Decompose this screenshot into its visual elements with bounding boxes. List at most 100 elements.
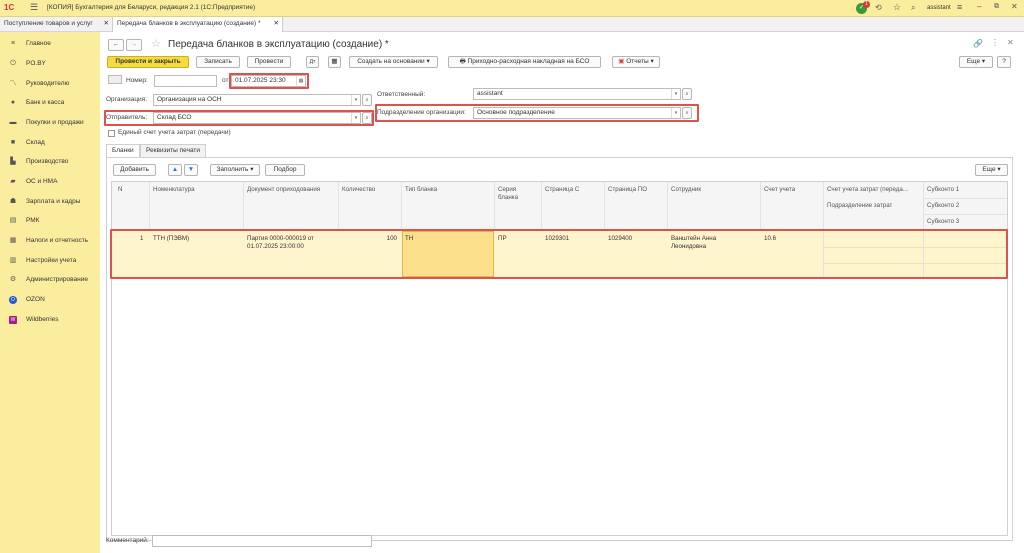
history-icon[interactable]: ⟲ <box>875 3 882 12</box>
sidebar-item-wildberries[interactable]: W Wildberries <box>0 312 100 328</box>
chevron-down-icon[interactable]: ▾ <box>351 95 360 105</box>
post-and-close-button[interactable]: Провести и закрыть <box>107 56 189 68</box>
close-tab-icon[interactable]: ✕ <box>274 17 279 31</box>
help-button[interactable]: ? <box>997 56 1011 68</box>
col-header-subconto1[interactable]: Субконто 1 <box>927 186 959 194</box>
car-icon: ▰ <box>10 178 16 185</box>
sidebar-item-sales[interactable]: ▬ Покупки и продажи <box>0 115 100 131</box>
col-header-cost-department[interactable]: Подразделение затрат <box>827 202 892 210</box>
forward-button[interactable]: → <box>126 39 142 51</box>
date-highlight <box>229 73 309 89</box>
close-icon[interactable]: ✕ <box>1011 2 1018 11</box>
col-header-n[interactable]: N <box>118 186 122 194</box>
close-tab-icon[interactable]: ✕ <box>104 17 109 31</box>
document-form: ← → ☆ Передача бланков в эксплуатацию (с… <box>100 32 1024 553</box>
tab-forms[interactable]: Бланки <box>106 144 140 158</box>
wildberries-icon: W <box>9 316 17 324</box>
title-bar: 1С ☰ [КОПИЯ] Бухгалтерия для Беларуси, р… <box>0 0 1024 17</box>
window-tab-transfer[interactable]: Передача бланков в эксплуатацию (создани… <box>113 17 283 33</box>
app-logo-icon: 1С <box>4 3 15 12</box>
tab-print-details[interactable]: Реквизиты печати <box>140 144 207 157</box>
favorites-icon[interactable]: ☆ <box>893 2 901 13</box>
sidebar-item-manager[interactable]: 〽 Руководителю <box>0 76 100 92</box>
cart-icon: ▬ <box>9 119 17 126</box>
responsible-open-button[interactable]: ⌕ <box>682 88 692 100</box>
sidebar-item-ozon[interactable]: O OZON <box>0 292 100 308</box>
settings-menu-icon[interactable]: ≡ <box>957 2 962 12</box>
org-open-button[interactable]: ⌕ <box>362 94 372 106</box>
sections-panel: ≡ Главное ⏻ PO.BY 〽 Руководителю ● Банк и ка… <box>0 32 100 553</box>
responsible-select[interactable]: assistant ▾ <box>473 88 681 100</box>
comment-input[interactable] <box>152 535 372 547</box>
sidebar-item-salary[interactable]: ☗ Зарплата и кадры <box>0 194 100 210</box>
open-windows-bar: Поступление товаров и услуг ✕ Передача б… <box>0 17 1024 33</box>
fill-button[interactable]: Заполнить ▾ <box>210 164 260 176</box>
user-name[interactable]: assistant <box>927 5 951 11</box>
window-tab-label: Передача бланков в эксплуатацию (создани… <box>117 20 261 27</box>
more-button[interactable]: Еще ▾ <box>959 56 993 68</box>
create-based-button[interactable]: Создать на основании ▾ <box>349 56 438 68</box>
report-icon: ▣ <box>618 58 625 65</box>
col-header-nomenclature[interactable]: Номенклатура <box>153 186 195 194</box>
restore-icon[interactable]: ⧉ <box>994 3 999 11</box>
col-header-account[interactable]: Счет учета <box>764 186 795 194</box>
sidebar-item-bank[interactable]: ● Банк и касса <box>0 95 100 111</box>
sidebar-item-taxes[interactable]: ▦ Налоги и отчетность <box>0 233 100 249</box>
col-header-series[interactable]: Серия бланка <box>498 186 534 202</box>
col-header-subconto2[interactable]: Субконто 2 <box>927 202 959 210</box>
sidebar-item-admin[interactable]: ⚙ Администрирование <box>0 272 100 288</box>
sidebar-item-poby[interactable]: ⏻ PO.BY <box>0 56 100 72</box>
cashier-icon: ▤ <box>9 217 17 224</box>
sidebar-item-rmk[interactable]: ▤ РМК <box>0 213 100 229</box>
post-button[interactable]: Провести <box>247 56 291 68</box>
close-form-icon[interactable]: ✕ <box>1007 38 1014 47</box>
dt-kt-button[interactable]: Дт <box>306 56 319 68</box>
window-tab-receipt[interactable]: Поступление товаров и услуг ✕ <box>0 17 113 32</box>
sender-highlight <box>104 110 374 126</box>
sidebar-item-assets[interactable]: ▰ ОС и НМА <box>0 174 100 190</box>
responsible-label: Ответственный: <box>377 91 426 98</box>
col-header-form-type[interactable]: Тип бланка <box>405 186 437 194</box>
reports-button[interactable]: ▣ Отчеты ▾ <box>612 56 660 68</box>
col-header-employee[interactable]: Сотрудник <box>671 186 701 194</box>
col-header-page-from[interactable]: Страница С <box>545 186 579 194</box>
col-header-page-to[interactable]: Страница ПО <box>608 186 647 194</box>
page-title: Передача бланков в эксплуатацию (создани… <box>168 39 389 50</box>
pick-button[interactable]: Подбор <box>265 164 305 176</box>
number-input[interactable] <box>154 75 217 87</box>
link-icon[interactable]: 🔗 <box>973 39 983 48</box>
org-select[interactable]: Организация на ОСН ▾ <box>153 94 361 106</box>
number-field-toggle[interactable] <box>108 75 122 84</box>
add-row-button[interactable]: Добавить <box>113 164 156 176</box>
back-button[interactable]: ← <box>108 39 124 51</box>
col-header-quantity[interactable]: Количество <box>342 186 375 194</box>
minimize-icon[interactable]: – <box>977 2 981 11</box>
sidebar-item-main[interactable]: ≡ Главное <box>0 36 100 52</box>
sidebar-item-warehouse[interactable]: ■ Склад <box>0 135 100 151</box>
col-header-receipt-doc[interactable]: Документ оприходования <box>247 186 320 194</box>
table-more-button[interactable]: Еще ▾ <box>975 164 1008 176</box>
chevron-down-icon: ▾ <box>426 58 430 65</box>
col-header-subconto3[interactable]: Субконто 3 <box>927 218 959 226</box>
menu-icon: ≡ <box>10 40 16 47</box>
col-header-cost-account[interactable]: Счет учета затрат (переда... <box>827 186 921 194</box>
search-icon[interactable]: ⌕ <box>911 3 915 13</box>
forms-table: N Номенклатура Документ оприходования Ко… <box>110 181 1008 536</box>
main-menu-icon[interactable]: ☰ <box>30 2 38 13</box>
move-down-button[interactable]: ▼ <box>184 164 198 176</box>
save-button[interactable]: Записать <box>196 56 240 68</box>
ledger-icon: ▥ <box>9 257 17 264</box>
ozon-icon: O <box>9 296 17 304</box>
more-actions-icon[interactable]: ⋮ <box>991 38 999 47</box>
invoice-bso-button[interactable]: 🖶 Приходно-расходная накладная на БСО <box>448 56 601 68</box>
chevron-down-icon[interactable]: ▾ <box>671 89 680 99</box>
sidebar-item-production[interactable]: ▙ Производство <box>0 154 100 170</box>
chevron-down-icon: ▾ <box>981 58 986 65</box>
move-up-button[interactable]: ▲ <box>168 164 182 176</box>
department-highlight <box>375 104 699 122</box>
people-icon: ☗ <box>9 198 17 205</box>
structure-button[interactable]: ▦ <box>328 56 341 68</box>
favorite-star-icon[interactable]: ☆ <box>151 37 161 50</box>
sidebar-item-settings[interactable]: ▥ Настройки учета <box>0 253 100 269</box>
single-account-checkbox[interactable] <box>108 130 115 137</box>
